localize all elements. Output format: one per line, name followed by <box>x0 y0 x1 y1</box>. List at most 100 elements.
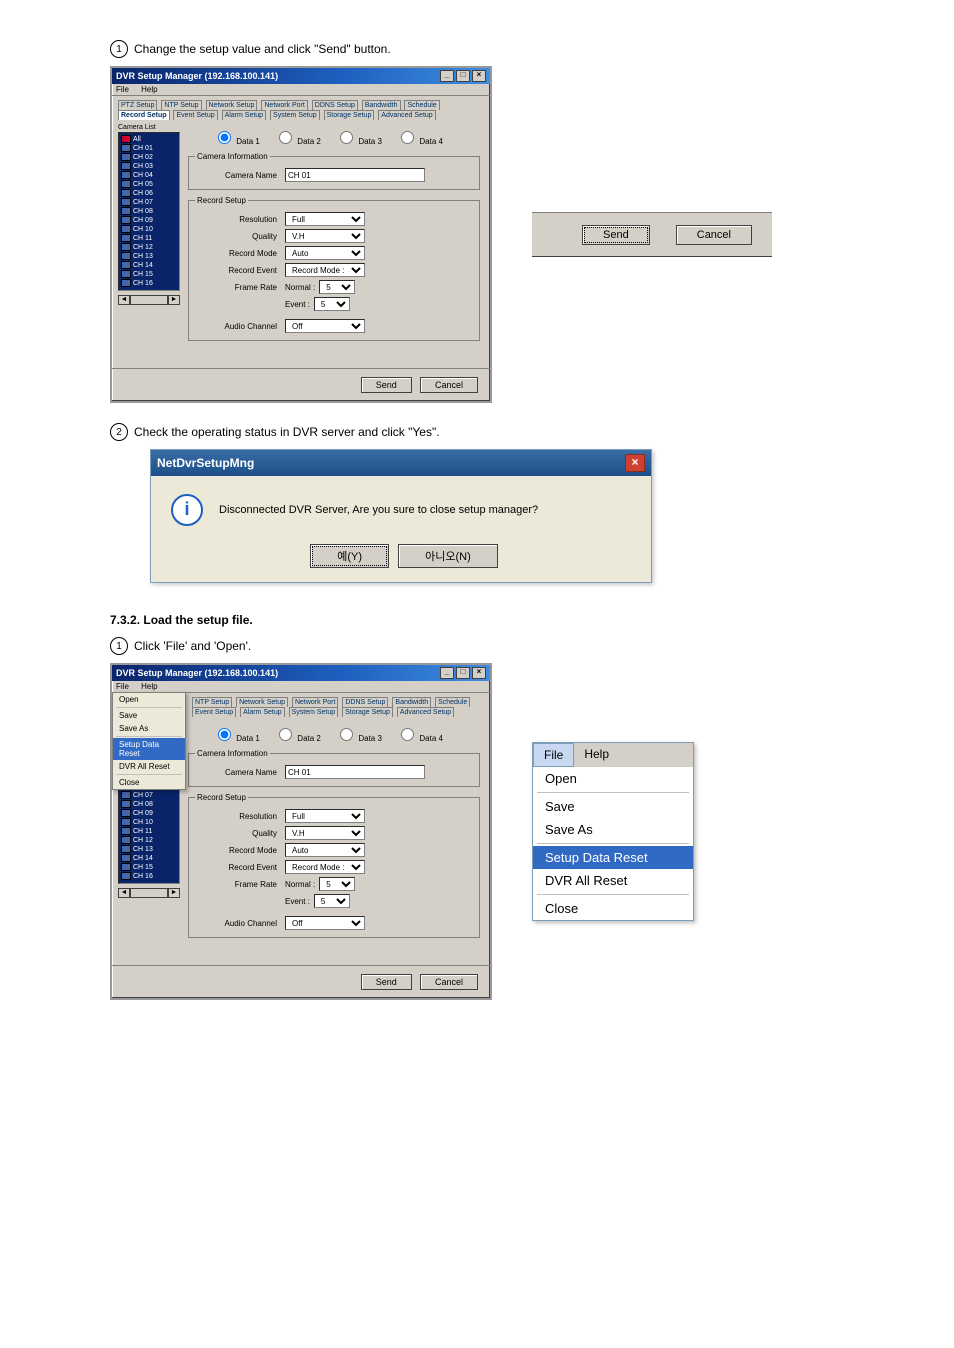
info-icon: i <box>171 494 203 526</box>
tab-bandwidth[interactable]: Bandwidth <box>362 100 401 110</box>
close-button[interactable]: × <box>472 70 486 82</box>
camera-ch07[interactable]: CH 07 <box>133 199 153 206</box>
tab-advanced-setup[interactable]: Advanced Setup <box>378 110 435 120</box>
camera-ch09[interactable]: CH 09 <box>133 217 153 224</box>
tab-alarm-setup[interactable]: Alarm Setup <box>222 110 267 120</box>
camera-ch05[interactable]: CH 05 <box>133 181 153 188</box>
camera-ch13[interactable]: CH 13 <box>133 253 153 260</box>
menu-file[interactable]: File <box>116 85 129 94</box>
tab2-system[interactable]: System Setup <box>289 707 339 717</box>
frame-normal-select-2[interactable]: 5 <box>319 877 355 891</box>
sub1-marker: 1 <box>110 637 128 655</box>
menu-panel-close[interactable]: Close <box>533 897 693 920</box>
record-event-select[interactable]: Record Mode : On <box>285 263 365 277</box>
menu-panel-saveas[interactable]: Save As <box>533 818 693 841</box>
camera-all[interactable]: All <box>133 136 141 143</box>
resolution-select[interactable]: Full <box>285 212 365 226</box>
camera-list-hscroll[interactable]: ◄► <box>118 295 180 305</box>
file-menu-dvr-all-reset[interactable]: DVR All Reset <box>113 760 185 773</box>
resolution-select-2[interactable]: Full <box>285 809 365 823</box>
msgbox-yes-button[interactable]: 예(Y) <box>310 544 389 568</box>
quality-select[interactable]: V.H <box>285 229 365 243</box>
camera-ch11[interactable]: CH 11 <box>133 235 152 242</box>
frame-normal-select[interactable]: 5 <box>319 280 355 294</box>
msgbox-close-button[interactable]: × <box>625 454 645 472</box>
tab2-schedule[interactable]: Schedule <box>435 697 470 707</box>
tab2-ntp[interactable]: NTP Setup <box>192 697 232 707</box>
camera-ch12[interactable]: CH 12 <box>133 244 153 251</box>
tab2-bandwidth[interactable]: Bandwidth <box>392 697 431 707</box>
cancel-button-2[interactable]: Cancel <box>420 974 478 990</box>
tab-ntp-setup[interactable]: NTP Setup <box>161 100 201 110</box>
camera-ch02[interactable]: CH 02 <box>133 154 153 161</box>
tab2-storage[interactable]: Storage Setup <box>342 707 393 717</box>
camera-ch08[interactable]: CH 08 <box>133 208 153 215</box>
frame-event-select-2[interactable]: 5 <box>314 894 350 908</box>
cancel-button[interactable]: Cancel <box>420 377 478 393</box>
file-menu-setup-data-reset[interactable]: Setup Data Reset <box>113 738 185 760</box>
menu-panel-setup-data-reset[interactable]: Setup Data Reset <box>533 846 693 869</box>
tab2-network-setup[interactable]: Network Setup <box>236 697 288 707</box>
tab2-alarm[interactable]: Alarm Setup <box>240 707 285 717</box>
radio-data2[interactable]: Data 2 <box>274 137 321 146</box>
camera-list[interactable]: All CH 01 CH 02 CH 03 CH 04 CH 05 CH 06 … <box>118 132 180 291</box>
camera-ch14[interactable]: CH 14 <box>133 262 153 269</box>
camera-ch03[interactable]: CH 03 <box>133 163 153 170</box>
maximize-button[interactable]: □ <box>456 70 470 82</box>
menu-panel-save[interactable]: Save <box>533 795 693 818</box>
tab-event-setup[interactable]: Event Setup <box>173 110 217 120</box>
tab-system-setup[interactable]: System Setup <box>270 110 320 120</box>
tab-schedule[interactable]: Schedule <box>404 100 439 110</box>
camera-ch04[interactable]: CH 04 <box>133 172 153 179</box>
file-menu-save[interactable]: Save <box>113 709 185 722</box>
quality-select-2[interactable]: V.H <box>285 826 365 840</box>
menu-help-2[interactable]: Help <box>141 682 157 691</box>
cancel-button-large[interactable]: Cancel <box>676 225 752 245</box>
menu-panel-dvr-all-reset[interactable]: DVR All Reset <box>533 869 693 892</box>
tab-ddns-setup[interactable]: DDNS Setup <box>312 100 358 110</box>
record-mode-select-2[interactable]: Auto <box>285 843 365 857</box>
camera-list-hscroll-2[interactable]: ◄► <box>118 888 180 898</box>
camera-ch10[interactable]: CH 10 <box>133 226 153 233</box>
tab-record-setup[interactable]: Record Setup <box>118 110 170 120</box>
audio-channel-select-2[interactable]: Off <box>285 916 365 930</box>
radio-data1[interactable]: Data 1 <box>213 137 260 146</box>
record-mode-select[interactable]: Auto <box>285 246 365 260</box>
window-title: DVR Setup Manager (192.168.100.141) <box>116 71 278 81</box>
menu-file-2[interactable]: File <box>116 682 129 691</box>
tab-network-setup[interactable]: Network Setup <box>206 100 258 110</box>
send-button[interactable]: Send <box>361 377 412 393</box>
send-button-2[interactable]: Send <box>361 974 412 990</box>
menu-panel-help[interactable]: Help <box>574 743 619 767</box>
menu-panel-open[interactable]: Open <box>533 767 693 790</box>
file-menu-close[interactable]: Close <box>113 776 185 789</box>
camera-ch15[interactable]: CH 15 <box>133 271 153 278</box>
radio-data4[interactable]: Data 4 <box>396 137 443 146</box>
send-button-large[interactable]: Send <box>582 225 650 245</box>
minimize-button-2[interactable]: _ <box>440 667 454 679</box>
camera-ch06[interactable]: CH 06 <box>133 190 153 197</box>
menu-panel-file[interactable]: File <box>533 743 574 767</box>
msgbox-no-button[interactable]: 아니오(N) <box>398 544 498 568</box>
radio-data3[interactable]: Data 3 <box>335 137 382 146</box>
audio-channel-select[interactable]: Off <box>285 319 365 333</box>
maximize-button-2[interactable]: □ <box>456 667 470 679</box>
camera-name-input[interactable] <box>285 168 425 182</box>
file-menu-saveas[interactable]: Save As <box>113 722 185 735</box>
camera-ch16[interactable]: CH 16 <box>133 280 153 287</box>
tab-ptz-setup[interactable]: PTZ Setup <box>118 100 157 110</box>
menu-help[interactable]: Help <box>141 85 157 94</box>
file-menu-open[interactable]: Open <box>113 693 185 706</box>
tab2-ddns[interactable]: DDNS Setup <box>342 697 388 707</box>
record-event-select-2[interactable]: Record Mode : On <box>285 860 365 874</box>
tab-storage-setup[interactable]: Storage Setup <box>324 110 375 120</box>
camera-ch01[interactable]: CH 01 <box>133 145 153 152</box>
tab2-event[interactable]: Event Setup <box>192 707 236 717</box>
camera-name-input-2[interactable] <box>285 765 425 779</box>
tab2-advanced[interactable]: Advanced Setup <box>397 707 454 717</box>
tab2-network-port[interactable]: Network Port <box>292 697 338 707</box>
frame-event-select[interactable]: 5 <box>314 297 350 311</box>
close-button-2[interactable]: × <box>472 667 486 679</box>
tab-network-port[interactable]: Network Port <box>261 100 307 110</box>
minimize-button[interactable]: _ <box>440 70 454 82</box>
